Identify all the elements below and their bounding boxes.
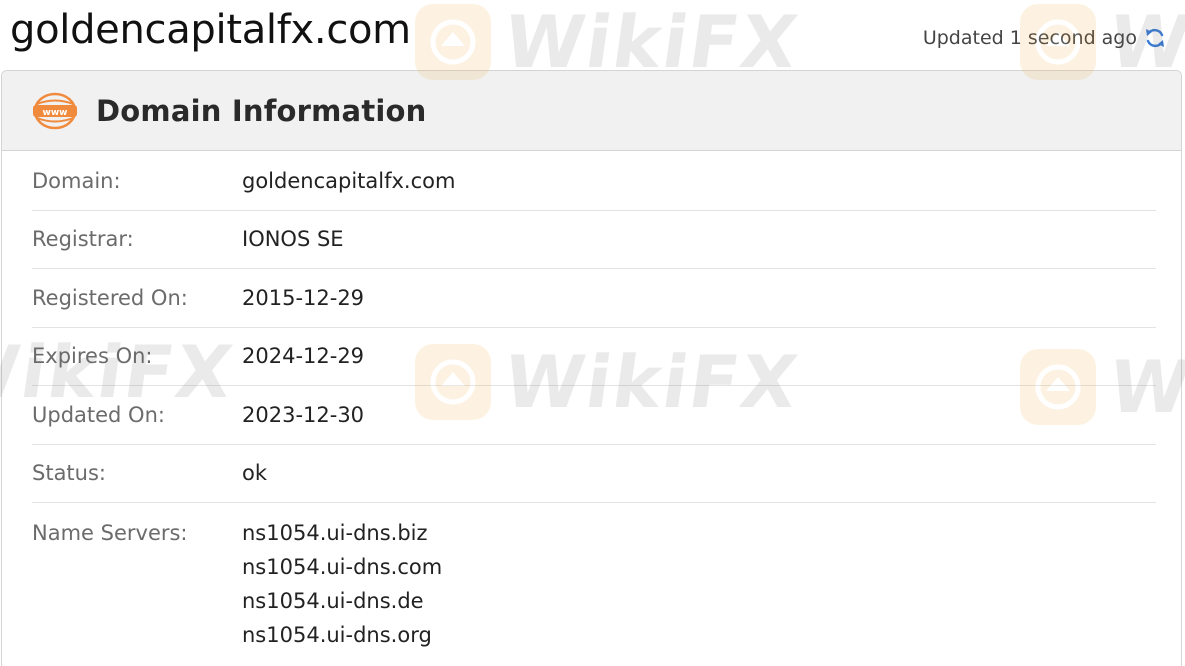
- row-value: ok: [242, 461, 268, 486]
- name-server-item: ns1054.ui-dns.com: [242, 555, 443, 579]
- row-label: Updated On:: [32, 402, 165, 427]
- info-row-updated-on: Updated On: 2023-12-30: [32, 386, 1156, 445]
- row-value: 2015-12-29: [242, 285, 365, 310]
- name-server-list: ns1054.ui-dns.biz ns1054.ui-dns.com ns10…: [242, 516, 442, 652]
- info-row-expires-on: Expires On: 2024-12-29: [32, 328, 1156, 386]
- info-row-registered-on: Registered On: 2015-12-29: [32, 269, 1156, 328]
- updated-status: Updated 1 second ago: [923, 24, 1167, 52]
- row-value: IONOS SE: [242, 227, 344, 252]
- page: goldencapitalfx.com Updated 1 second ago…: [0, 0, 1185, 666]
- info-row-registrar: Registrar: IONOS SE: [32, 211, 1156, 269]
- refresh-icon[interactable]: [1143, 26, 1167, 50]
- name-server-item: ns1054.ui-dns.de: [242, 589, 424, 613]
- name-server-item: ns1054.ui-dns.biz: [242, 521, 428, 545]
- row-value: 2023-12-30: [242, 402, 365, 427]
- row-label: Name Servers:: [32, 521, 188, 545]
- updated-text: Updated 1 second ago: [922, 27, 1137, 49]
- row-label: Registrar:: [32, 227, 134, 252]
- svg-text:www: www: [43, 108, 68, 118]
- info-row-domain: Domain: goldencapitalfx.com: [32, 152, 1156, 211]
- row-label: Status:: [32, 461, 106, 486]
- row-label: Registered On:: [32, 285, 188, 310]
- card-title: Domain Information: [96, 93, 427, 128]
- info-rows: Domain: goldencapitalfx.com Registrar: I…: [32, 152, 1156, 652]
- row-label: Domain:: [32, 168, 121, 193]
- row-label: Expires On:: [32, 344, 153, 369]
- domain-info-card: www Domain Information Domain: goldencap…: [1, 70, 1182, 666]
- site-title: goldencapitalfx.com: [10, 7, 411, 53]
- card-header: www Domain Information: [2, 71, 1181, 151]
- row-value: goldencapitalfx.com: [242, 168, 456, 193]
- row-value: 2024-12-29: [242, 344, 365, 369]
- watermark-logo-icon: [415, 4, 491, 80]
- info-row-name-servers: Name Servers: ns1054.ui-dns.biz ns1054.u…: [32, 503, 1156, 652]
- info-row-status: Status: ok: [32, 445, 1156, 503]
- www-icon: www: [32, 91, 78, 131]
- name-server-item: ns1054.ui-dns.org: [242, 623, 432, 647]
